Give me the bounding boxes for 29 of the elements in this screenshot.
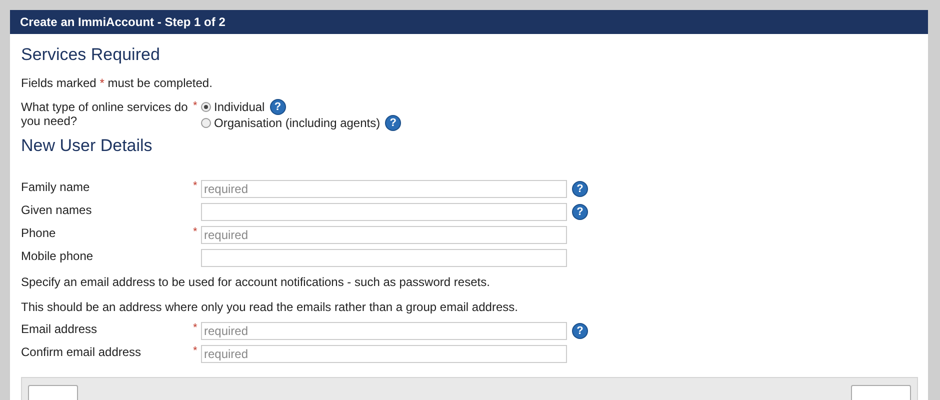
input-field[interactable]: required <box>201 180 567 198</box>
field-label: Email address <box>21 322 98 336</box>
help-icon[interactable]: ? <box>573 205 587 219</box>
help-icon[interactable]: ? <box>573 324 587 338</box>
help-icon[interactable]: ? <box>573 182 587 196</box>
section-heading: Services Required <box>21 45 161 65</box>
info-text: Specify an email address to be used for account notifications - such as password resets. <box>21 275 491 289</box>
required-mark: * <box>193 345 198 357</box>
question-label: What type of online services do you need? <box>21 100 189 130</box>
field-label: Phone <box>21 226 57 240</box>
info-text: This should be an address where only you read the emails rather than a group email address. <box>21 300 519 314</box>
field-label: Family name <box>21 180 91 194</box>
help-icon[interactable]: ? <box>270 100 285 114</box>
radio-option[interactable]: Individual <box>201 100 265 114</box>
input-field[interactable]: required <box>201 345 567 363</box>
input-field[interactable]: required <box>201 322 567 340</box>
field-label: Given names <box>21 203 93 217</box>
help-icon[interactable]: ? <box>386 116 400 130</box>
required-mark: * <box>193 180 198 192</box>
required-mark: * <box>193 226 198 238</box>
field-label: Mobile phone <box>21 249 94 263</box>
required-mark: * <box>193 100 198 112</box>
input-field[interactable]: required <box>201 226 567 244</box>
radio-option[interactable]: Organisation (including agents) <box>201 116 380 130</box>
instruction-text: Fields marked * must be completed. <box>21 76 214 91</box>
field-label: Confirm email address <box>21 345 142 359</box>
required-mark: * <box>193 322 198 334</box>
window-title: Create an ImmiAccount - Step 1 of 2 <box>10 10 928 34</box>
section-heading: New User Details <box>21 136 154 156</box>
